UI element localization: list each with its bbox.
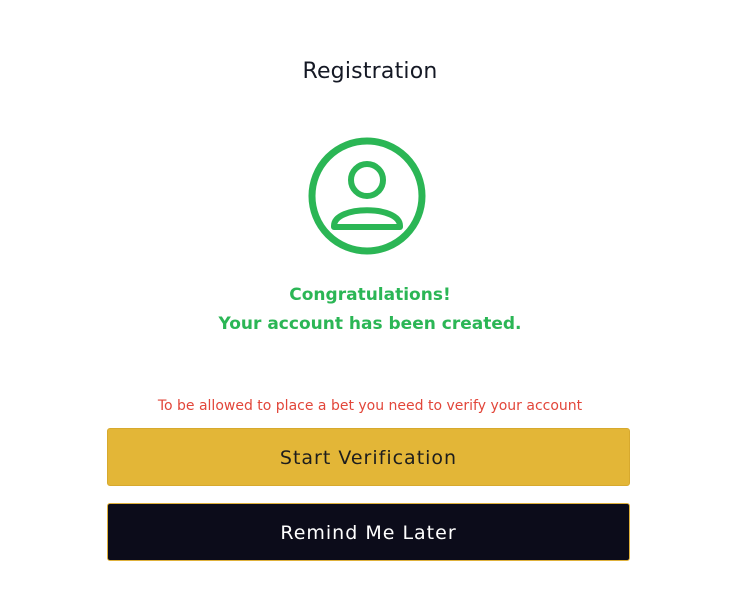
remind-me-later-button[interactable]: Remind Me Later	[107, 503, 630, 561]
verification-notice: To be allowed to place a bet you need to…	[157, 398, 583, 414]
congratulations-text: Congratulations!	[289, 285, 451, 305]
page-title: Registration	[302, 59, 438, 84]
account-created-text: Your account has been created.	[218, 314, 522, 334]
success-message: Congratulations! Your account has been c…	[0, 281, 740, 339]
user-icon	[308, 137, 426, 255]
registration-page: Registration Congratulations! Your accou…	[0, 0, 740, 595]
start-verification-button[interactable]: Start Verification	[107, 428, 630, 486]
